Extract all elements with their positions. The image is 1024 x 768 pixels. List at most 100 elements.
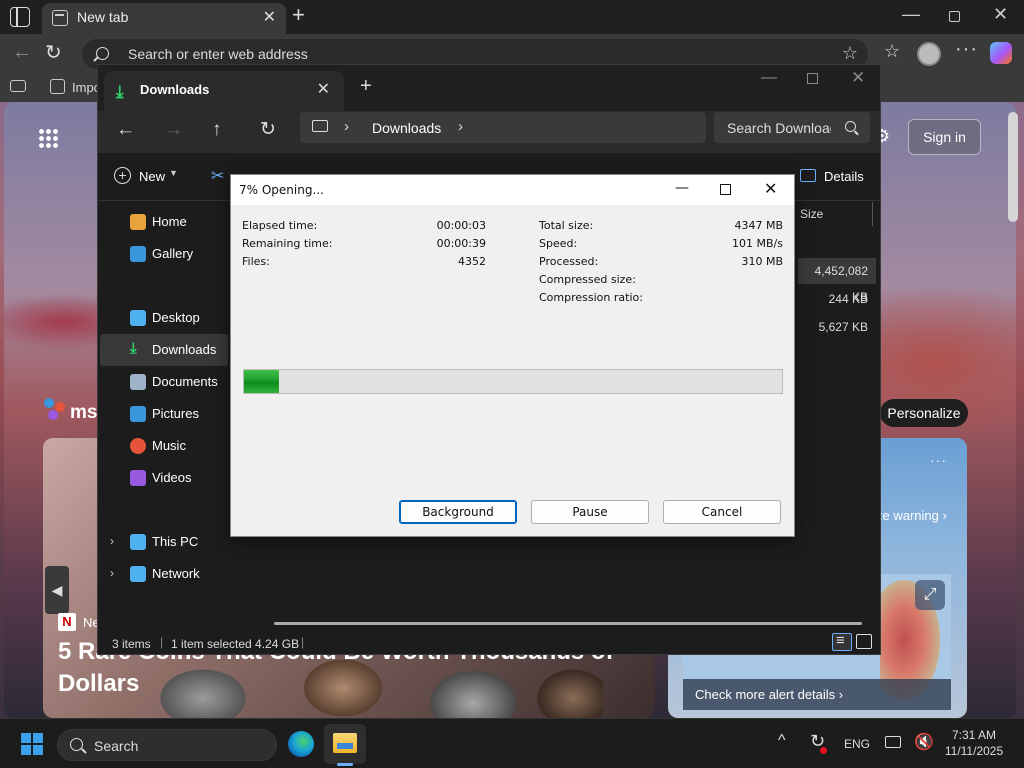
browser-close-button[interactable]: ✕ — [993, 4, 1008, 25]
sidebar-item-pictures[interactable]: Pictures — [100, 398, 228, 430]
page-scrollbar[interactable] — [1008, 112, 1018, 222]
browser-restore-button[interactable] — [949, 11, 960, 22]
explorer-close-button[interactable]: ✕ — [851, 68, 865, 88]
column-header-size[interactable]: Size — [800, 207, 823, 221]
explorer-tab-downloads[interactable]: ⤓ Downloads ✕ — [104, 71, 344, 111]
check-alert-details-link[interactable]: Check more alert details › — [683, 679, 951, 710]
processed-label: Processed: — [539, 255, 599, 268]
taskbar-search-box[interactable]: Search — [57, 729, 277, 761]
breadcrumb-downloads[interactable]: Downloads — [372, 120, 441, 136]
file-row-size[interactable]: 4,452,082 KB — [798, 258, 876, 304]
msn-logo-text: ms — [70, 402, 98, 423]
sidebar-item-label: This PC — [152, 534, 199, 549]
clock-time: 7:31 AM — [951, 728, 997, 742]
chevron-right-icon[interactable]: › — [344, 118, 349, 135]
explorer-tab-close-icon[interactable]: ✕ — [317, 79, 330, 99]
edge-browser-icon[interactable] — [288, 731, 314, 757]
background-button[interactable]: Background — [399, 500, 517, 524]
explorer-up-icon[interactable]: ↑ — [212, 119, 222, 141]
explorer-search-box[interactable]: Search Downloads — [714, 112, 870, 143]
system-clock[interactable]: 7:31 AM 11/11/2025 — [940, 727, 1008, 759]
tab-close-icon[interactable]: ✕ — [263, 7, 276, 27]
carousel-prev-button[interactable]: ◀ — [45, 566, 69, 614]
downloads-icon: ⤓ — [130, 340, 137, 357]
show-hidden-icons-chevron-icon[interactable]: ^ — [778, 732, 786, 750]
chevron-right-icon[interactable]: › — [110, 566, 114, 580]
dialog-maximize-button[interactable] — [720, 184, 731, 195]
profile-avatar[interactable] — [917, 42, 941, 66]
explorer-maximize-button[interactable] — [807, 73, 818, 84]
browser-tab-new-tab[interactable]: New tab ✕ — [42, 3, 286, 34]
explorer-tab-strip: ⤓ Downloads ✕ + — ✕ — [98, 65, 880, 111]
compressed-size-label: Compressed size: — [539, 273, 636, 286]
personalize-button[interactable]: Personalize — [880, 399, 968, 427]
input-language-indicator[interactable]: ENG — [844, 737, 870, 751]
sidebar-item-home[interactable]: Home — [100, 206, 228, 238]
details-pane-icon[interactable] — [800, 169, 816, 182]
favorites-bar-icon[interactable] — [10, 80, 26, 92]
details-button[interactable]: Details — [824, 169, 864, 184]
dialog-close-button[interactable]: ✕ — [764, 179, 777, 198]
new-button[interactable]: New — [139, 169, 165, 184]
browser-minimize-button[interactable]: — — [902, 4, 920, 25]
sync-error-badge — [820, 747, 827, 754]
explorer-new-tab-button[interactable]: + — [360, 75, 372, 98]
clock-date: 11/11/2025 — [944, 744, 1004, 758]
cancel-button[interactable]: Cancel — [663, 500, 781, 524]
copilot-icon[interactable] — [990, 42, 1012, 64]
explorer-search-input[interactable]: Search Downloads — [727, 120, 831, 136]
explorer-minimize-button[interactable]: — — [761, 69, 777, 87]
sidebar-item-label: Home — [152, 214, 187, 229]
explorer-address-bar[interactable]: › Downloads › — [300, 112, 706, 143]
sidebar-item-label: Desktop — [152, 310, 200, 325]
display-icon[interactable] — [885, 736, 901, 748]
sidebar-item-videos[interactable]: Videos — [100, 462, 228, 494]
warning-link[interactable]: ze warning › — [876, 508, 947, 523]
dialog-title: 7% Opening... — [239, 183, 324, 197]
sidebar-item-gallery[interactable]: Gallery — [100, 238, 228, 270]
apps-grid-icon[interactable] — [38, 128, 58, 148]
card-more-icon[interactable]: ··· — [930, 452, 947, 468]
sign-in-button[interactable]: Sign in — [908, 119, 981, 155]
back-arrow-icon[interactable]: ← — [12, 41, 32, 64]
favorites-icon[interactable]: ☆ — [884, 41, 900, 62]
explorer-back-icon[interactable]: ← — [116, 119, 135, 141]
cut-icon[interactable]: ✂ — [211, 166, 224, 186]
chevron-right-icon[interactable]: › — [458, 118, 463, 135]
new-tab-button[interactable]: + — [292, 2, 305, 28]
tab-actions-icon[interactable] — [10, 7, 30, 27]
explorer-forward-icon[interactable]: → — [164, 119, 183, 141]
new-plus-icon[interactable]: + — [114, 167, 131, 184]
file-row-size[interactable]: 244 KB — [798, 286, 876, 312]
address-input[interactable]: Search or enter web address — [128, 46, 308, 62]
sidebar-item-this-pc[interactable]: › This PC — [100, 526, 228, 558]
sidebar-item-documents[interactable]: Documents — [100, 366, 228, 398]
sidebar-item-desktop[interactable]: Desktop — [100, 302, 228, 334]
status-separator: | — [301, 635, 305, 649]
favorite-star-icon[interactable]: ☆ — [842, 43, 858, 64]
refresh-icon[interactable]: ↻ — [45, 40, 62, 65]
sidebar-item-network[interactable]: › Network — [100, 558, 228, 590]
file-explorer-taskbar-button[interactable] — [324, 724, 366, 764]
column-divider[interactable] — [872, 202, 873, 226]
sidebar-item-label: Pictures — [152, 406, 199, 421]
start-windows-icon[interactable] — [21, 733, 43, 755]
explorer-refresh-icon[interactable]: ↻ — [260, 118, 276, 141]
expand-icon[interactable]: ⤢ — [915, 580, 945, 610]
sidebar-item-downloads[interactable]: ⤓ Downloads — [100, 334, 228, 366]
chevron-down-icon[interactable]: ▼ — [169, 168, 178, 178]
status-selection: 1 item selected 4.24 GB — [171, 637, 300, 651]
file-row-size[interactable]: 5,627 KB — [798, 314, 876, 340]
import-favorites-icon[interactable] — [50, 79, 65, 94]
chevron-right-icon[interactable]: › — [110, 534, 114, 548]
network-icon — [130, 566, 146, 582]
file-list-scrollbar[interactable] — [274, 622, 862, 625]
pause-button[interactable]: Pause — [531, 500, 649, 524]
details-view-icon[interactable] — [832, 632, 852, 651]
elapsed-time-label: Elapsed time: — [242, 219, 318, 232]
more-options-icon[interactable]: ··· — [955, 38, 978, 61]
dialog-minimize-button[interactable]: — — [675, 180, 689, 196]
tiles-view-icon[interactable] — [856, 634, 872, 649]
sidebar-item-music[interactable]: Music — [100, 430, 228, 462]
speaker-muted-icon[interactable]: 🔇 — [914, 732, 934, 752]
